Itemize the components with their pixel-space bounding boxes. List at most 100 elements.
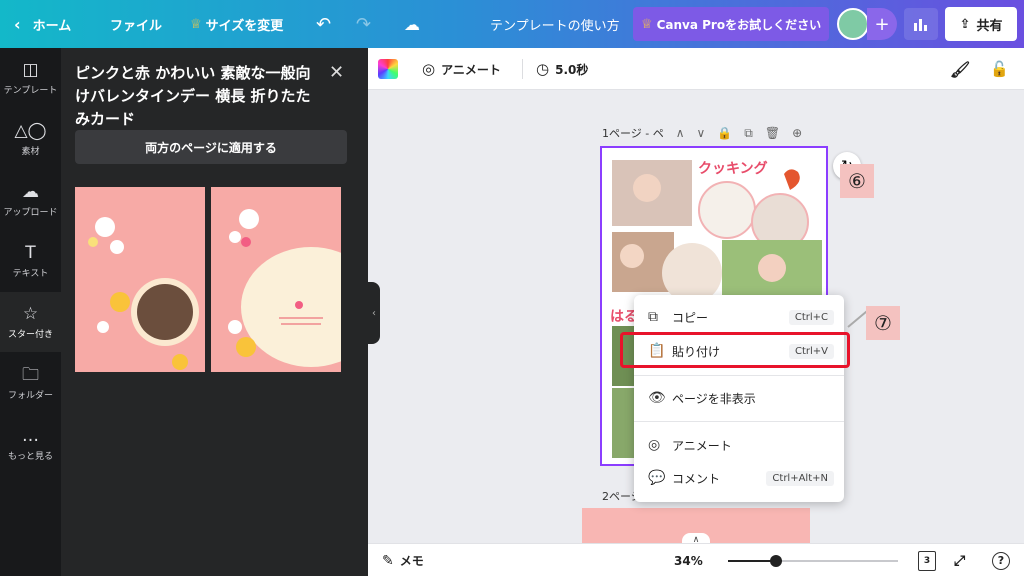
close-icon[interactable]: ✕ (329, 62, 344, 83)
file-menu-button[interactable]: ファイル (110, 0, 162, 48)
insights-icon[interactable] (904, 8, 938, 40)
nav-label: フォルダー (7, 391, 53, 401)
apply-both-pages-button[interactable]: 両方のページに適用する (75, 130, 347, 164)
template-thumbnail-1[interactable] (75, 187, 205, 372)
template-thumbnail-2[interactable] (211, 187, 341, 372)
nav-templates[interactable]: ◫ テンプレート (0, 48, 61, 108)
nav-text[interactable]: T テキスト (0, 231, 61, 291)
zoom-slider-knob[interactable] (770, 555, 782, 567)
copy-icon: ⧉ (648, 309, 658, 325)
animate-label: アニメート (672, 438, 732, 453)
add-page-icon[interactable]: ⊕ (792, 126, 802, 140)
avatar[interactable] (837, 8, 869, 40)
zoom-level[interactable]: 34% (674, 544, 703, 576)
paste-highlight-box (620, 332, 850, 368)
nav-label: アップロード (3, 208, 58, 218)
notes-icon: ✎ (382, 552, 394, 569)
paint-roller-icon[interactable]: 🖌 (950, 48, 970, 90)
notes-label: メモ (399, 554, 424, 568)
add-collaborator-icon[interactable]: + (867, 8, 897, 40)
nav-more[interactable]: … もっと見る (0, 414, 61, 474)
home-button[interactable]: ‹ ホーム (14, 0, 71, 48)
context-menu: ⧉ コピー Ctrl+C 📋 貼り付け Ctrl+V 👁 ページを非表示 ◎ ア… (634, 295, 844, 502)
editor-toolbar: ◎ アニメート ◷ 5.0秒 🖌 🔓 (368, 48, 1024, 90)
try-pro-button[interactable]: ♕ Canva Proをお試しください (633, 7, 829, 41)
comment-label: コメント (672, 471, 721, 486)
nav-elements[interactable]: △◯ 素材 (0, 109, 61, 169)
crown-icon: ♕ (640, 16, 653, 32)
duplicate-page-icon[interactable]: ⧉ (744, 126, 753, 141)
notes-button[interactable]: ✎ メモ (382, 544, 424, 576)
undo-icon[interactable]: ↶ (316, 0, 331, 48)
thumbnail-art (75, 187, 205, 372)
nav-uploads[interactable]: ☁ アップロード (0, 170, 61, 230)
redo-icon[interactable]: ↷ (356, 0, 371, 48)
hide-page-menu-item[interactable]: 👁 ページを非表示 (634, 383, 844, 413)
delete-page-icon[interactable]: 🗑 (765, 126, 780, 140)
cloud-upload-icon: ☁ (22, 182, 39, 202)
color-swatch-icon (378, 59, 398, 79)
copy-shortcut: Ctrl+C (788, 309, 834, 325)
divider (634, 421, 844, 422)
help-button[interactable]: ? (992, 544, 1010, 576)
nav-label: 素材 (21, 147, 40, 157)
nav-label: テキスト (12, 269, 49, 279)
divider (634, 375, 844, 376)
step-6-badge: ⑥ (840, 164, 874, 198)
share-label: 共有 (976, 18, 1003, 34)
share-button[interactable]: ⇪ 共有 (945, 7, 1017, 41)
home-label: ホーム (32, 18, 72, 34)
cloud-saved-icon[interactable]: ☁ (404, 0, 420, 48)
template-panel: ピンクと赤 かわいい 素敵な一般向けバレンタインデー 横長 折りたたみカード ✕… (61, 48, 368, 576)
copy-label: コピー (672, 310, 709, 325)
star-icon: ☆ (22, 304, 39, 324)
duration-button[interactable]: ◷ 5.0秒 (536, 48, 588, 90)
chevron-left-icon: ‹ (14, 14, 21, 34)
clock-icon: ◷ (536, 60, 550, 78)
bottom-bar: ✎ メモ 34% 3 ⤢ ? (368, 543, 1024, 576)
layout-icon: ◫ (22, 60, 39, 80)
duration-label: 5.0秒 (555, 62, 589, 77)
animate-menu-item[interactable]: ◎ アニメート (634, 430, 844, 460)
step-7-badge: ⑦ (866, 306, 900, 340)
page-1-header: 1ページ - ペ ∧ ∨ 🔒 ⧉ 🗑 ⊕ (602, 124, 802, 142)
copy-menu-item[interactable]: ⧉ コピー Ctrl+C (634, 302, 844, 332)
page-1-label[interactable]: 1ページ - ペ (602, 125, 664, 141)
lock-icon[interactable]: 🔓 (990, 48, 1009, 90)
hide-page-label: ページを非表示 (672, 391, 756, 406)
left-nav: ◫ テンプレート △◯ 素材 ☁ アップロード T テキスト ☆ スター付き 🗀… (0, 48, 61, 576)
nav-starred[interactable]: ☆ スター付き (0, 292, 61, 352)
shapes-icon: △◯ (14, 121, 47, 141)
zoom-slider-fill (728, 560, 776, 562)
collapse-panel-icon[interactable]: ‹ (368, 282, 380, 344)
crown-icon: ♕ (190, 16, 202, 32)
nav-folders[interactable]: 🗀 フォルダー (0, 353, 61, 413)
nav-label: スター付き (7, 330, 53, 340)
panel-title: ピンクと赤 かわいい 素敵な一般向けバレンタインデー 横長 折りたたみカード (75, 64, 311, 128)
upload-icon: ⇪ (959, 16, 971, 32)
resize-button[interactable]: ♕ サイズを変更 (190, 0, 283, 48)
zoom-slider[interactable] (728, 555, 898, 567)
nav-label: もっと見る (7, 452, 53, 462)
help-icon: ? (992, 551, 1010, 570)
chevron-down-icon[interactable]: ∨ (697, 126, 706, 140)
animate-icon: ◎ (422, 60, 436, 78)
more-icon: … (22, 426, 39, 446)
divider (522, 59, 523, 79)
fullscreen-icon[interactable]: ⤢ (954, 544, 965, 576)
comment-menu-item[interactable]: 💬 コメント Ctrl+Alt+N (634, 463, 844, 493)
text-icon: T (25, 243, 36, 263)
page-count: 3 (918, 550, 936, 571)
lock-icon[interactable]: 🔒 (717, 126, 732, 140)
color-picker-button[interactable] (378, 48, 398, 90)
animate-icon: ◎ (648, 437, 661, 453)
page-title-text: クッキング (698, 161, 768, 177)
document-title[interactable]: テンプレートの使い方 (490, 0, 620, 48)
chevron-up-icon[interactable]: ∧ (676, 126, 685, 140)
animate-button[interactable]: ◎ アニメート (422, 48, 501, 90)
resize-label: サイズを変更 (205, 18, 284, 34)
page-grid-button[interactable]: 3 (918, 544, 936, 576)
eye-off-icon: 👁 (648, 390, 666, 406)
try-pro-label: Canva Proをお試しください (656, 17, 822, 32)
comment-icon: 💬 (648, 470, 666, 486)
